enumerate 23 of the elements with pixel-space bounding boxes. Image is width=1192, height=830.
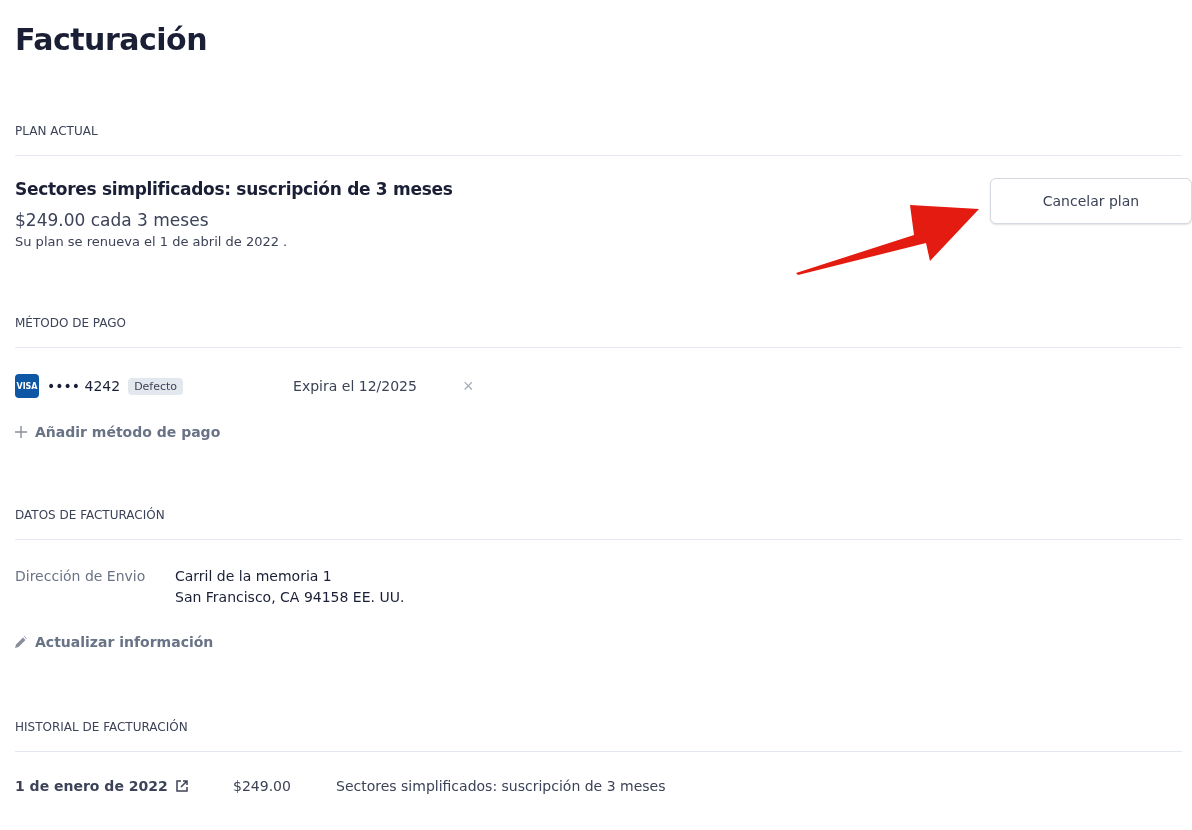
plan-name: Sectores simplificados: suscripción de 3 meses [15,179,453,199]
section-heading: MÉTODO DE PAGO [15,316,1182,348]
section-heading: HISTORIAL DE FACTURACIÓN [15,720,1182,752]
external-link-icon [175,780,188,792]
visa-card-icon: VISA [15,374,39,398]
invoice-description: Sectores simplificados: suscripción de 3 meses [336,778,666,794]
cancel-plan-button[interactable]: Cancelar plan [990,178,1192,224]
section-heading: PLAN ACTUAL [15,124,1182,156]
page-title: Facturación [15,21,209,59]
invoice-link[interactable]: 1 de enero de 2022 [15,778,233,794]
invoice-amount: $249.00 [233,778,292,794]
card-number: •••• 4242 [47,378,121,394]
plan-price: $249.00 cada 3 meses [15,210,210,230]
section-heading: DATOS DE FACTURACIÓN [15,508,1182,540]
update-information-link[interactable]: Actualizar información [15,634,1182,650]
renewal-text: Su plan se renueva el 1 de abril de 2022 . [15,234,289,249]
address-text: Carril de la memoria 1 San Francisco, CA 94158 EE. UU. [175,567,405,607]
card-expiry: Expira el 12/2025 [293,378,417,394]
pencil-icon [15,636,27,648]
add-payment-method-link[interactable]: Añadir método de pago [15,424,1182,440]
address-label: Dirección de Envio [15,567,147,586]
default-badge: Defecto [128,377,184,395]
plus-icon [15,426,27,438]
